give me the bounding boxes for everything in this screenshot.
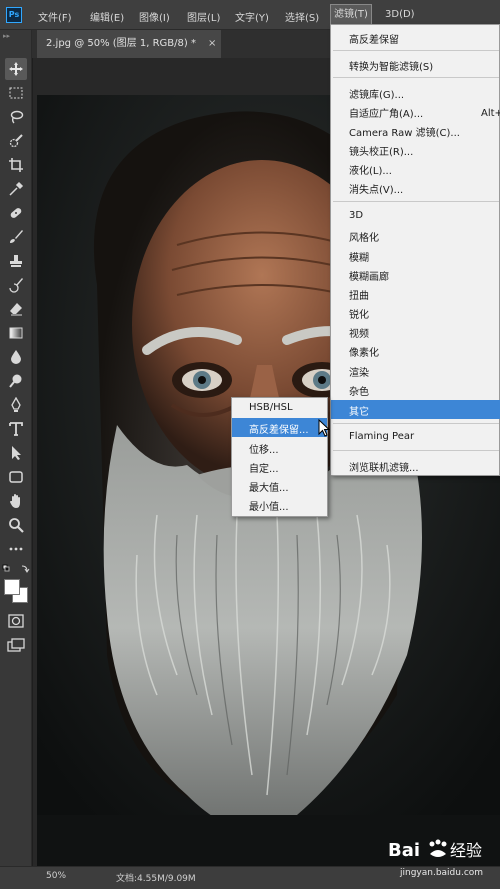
panel-grip-icon[interactable]: ▸▸ xyxy=(3,32,10,40)
menu-select[interactable]: 选择(S) xyxy=(285,9,319,24)
crop-tool-icon[interactable] xyxy=(5,154,27,176)
filter-menu-item-pixelate[interactable]: 像素化 xyxy=(349,344,379,359)
filter-menu-item-noise[interactable]: 杂色 xyxy=(349,383,369,398)
filter-menu-item-sharpen[interactable]: 锐化 xyxy=(349,306,369,321)
menu-image[interactable]: 图像(I) xyxy=(139,9,170,24)
more-tools-icon[interactable] xyxy=(5,538,27,560)
filter-menu-item-filter-gallery[interactable]: 滤镜库(G)... xyxy=(349,86,404,101)
pen-tool-icon[interactable] xyxy=(5,394,27,416)
filter-menu-item-liquify[interactable]: 液化(L)... xyxy=(349,162,392,177)
blur-tool-icon[interactable] xyxy=(5,346,27,368)
menu-separator xyxy=(333,50,499,51)
menu-edit[interactable]: 编辑(E) xyxy=(90,9,124,24)
zoom-level[interactable]: 50% xyxy=(46,871,66,881)
filter-menu-item-other[interactable]: 其它 xyxy=(349,403,369,418)
submenu-item-offset[interactable]: 位移... xyxy=(249,441,279,456)
zoom-tool-icon[interactable] xyxy=(5,514,27,536)
gradient-tool-icon[interactable] xyxy=(5,322,27,344)
default-colors-icon[interactable] xyxy=(2,564,30,576)
adaptive-wide-angle-shortcut: Alt+ xyxy=(481,108,500,119)
marquee-tool-icon[interactable] xyxy=(5,82,27,104)
clone-stamp-tool-icon[interactable] xyxy=(5,250,27,272)
quick-mask-icon[interactable] xyxy=(8,614,24,628)
filter-menu-item-last-filter[interactable]: 高反差保留 xyxy=(349,31,399,46)
type-tool-icon[interactable] xyxy=(5,418,27,440)
move-tool-icon[interactable] xyxy=(5,58,27,80)
filter-menu-item-blur-gallery[interactable]: 模糊画廊 xyxy=(349,268,389,283)
svg-text:经验: 经验 xyxy=(450,841,482,860)
healing-brush-tool-icon[interactable] xyxy=(5,202,27,224)
quick-selection-tool-icon[interactable] xyxy=(5,130,27,152)
submenu-item-custom[interactable]: 自定... xyxy=(249,460,279,475)
photoshop-logo-icon: Ps xyxy=(6,7,22,23)
filter-menu-item-camera-raw[interactable]: Camera Raw 滤镜(C)... xyxy=(349,124,460,139)
filter-menu-dropdown: 高反差保留 转换为智能滤镜(S) 滤镜库(G)... 自适应广角(A)... A… xyxy=(330,24,500,476)
path-selection-tool-icon[interactable] xyxy=(5,442,27,464)
filter-menu-item-adaptive-wide-angle[interactable]: 自适应广角(A)... xyxy=(349,105,423,120)
menu-type[interactable]: 文字(Y) xyxy=(235,9,269,24)
svg-text:Bai: Bai xyxy=(388,840,420,861)
filter-menu-item-stylize[interactable]: 风格化 xyxy=(349,229,379,244)
filter-menu-item-lens-correction[interactable]: 镜头校正(R)... xyxy=(349,143,413,158)
baidu-jingyan-watermark-logo: Bai 经验 xyxy=(388,839,482,861)
menu-3d[interactable]: 3D(D) xyxy=(385,9,415,20)
watermark-url: jingyan.baidu.com xyxy=(400,868,484,878)
submenu-item-hsb-hsl[interactable]: HSB/HSL xyxy=(249,402,293,413)
tools-panel: ▸▸ xyxy=(0,30,32,866)
close-tab-icon[interactable]: × xyxy=(208,30,220,58)
dodge-tool-icon[interactable] xyxy=(5,370,27,392)
mouse-cursor-icon xyxy=(318,419,330,437)
other-submenu: HSB/HSL 高反差保留... 位移... 自定... 最大值... 最小值.… xyxy=(231,397,328,517)
eraser-tool-icon[interactable] xyxy=(5,298,27,320)
menu-separator xyxy=(333,450,499,451)
filter-menu-item-video[interactable]: 视频 xyxy=(349,325,369,340)
filter-menu-item-distort[interactable]: 扭曲 xyxy=(349,287,369,302)
document-tab[interactable]: 2.jpg @ 50% (图层 1, RGB/8) * xyxy=(37,30,221,58)
filter-menu-item-convert-smart-filter[interactable]: 转换为智能滤镜(S) xyxy=(349,58,433,73)
eyedropper-tool-icon[interactable] xyxy=(5,178,27,200)
document-size-info[interactable]: 文档:4.55M/9.09M xyxy=(116,871,196,884)
menu-separator xyxy=(333,77,499,78)
filter-menu-item-blur[interactable]: 模糊 xyxy=(349,249,369,264)
foreground-color-swatch[interactable] xyxy=(4,579,20,595)
history-brush-tool-icon[interactable] xyxy=(5,274,27,296)
submenu-item-minimum[interactable]: 最小值... xyxy=(249,498,289,513)
filter-menu-item-vanishing-point[interactable]: 消失点(V)... xyxy=(349,181,403,196)
menu-separator xyxy=(333,201,499,202)
submenu-item-maximum[interactable]: 最大值... xyxy=(249,479,289,494)
filter-menu-item-render[interactable]: 渲染 xyxy=(349,364,369,379)
filter-menu-item-browse-online[interactable]: 浏览联机滤镜... xyxy=(349,459,419,474)
brush-tool-icon[interactable] xyxy=(5,226,27,248)
filter-menu-item-flaming-pear[interactable]: Flaming Pear xyxy=(349,431,414,442)
submenu-item-high-pass[interactable]: 高反差保留... xyxy=(249,421,309,436)
menu-filter[interactable]: 滤镜(T) xyxy=(330,4,372,26)
rectangle-tool-icon[interactable] xyxy=(5,466,27,488)
menu-separator xyxy=(333,423,499,424)
menu-file[interactable]: 文件(F) xyxy=(38,9,72,24)
filter-menu-item-3d[interactable]: 3D xyxy=(349,210,363,221)
hand-tool-icon[interactable] xyxy=(5,490,27,512)
screen-mode-icon[interactable] xyxy=(7,638,25,652)
lasso-tool-icon[interactable] xyxy=(5,106,27,128)
menu-layer[interactable]: 图层(L) xyxy=(187,9,220,24)
